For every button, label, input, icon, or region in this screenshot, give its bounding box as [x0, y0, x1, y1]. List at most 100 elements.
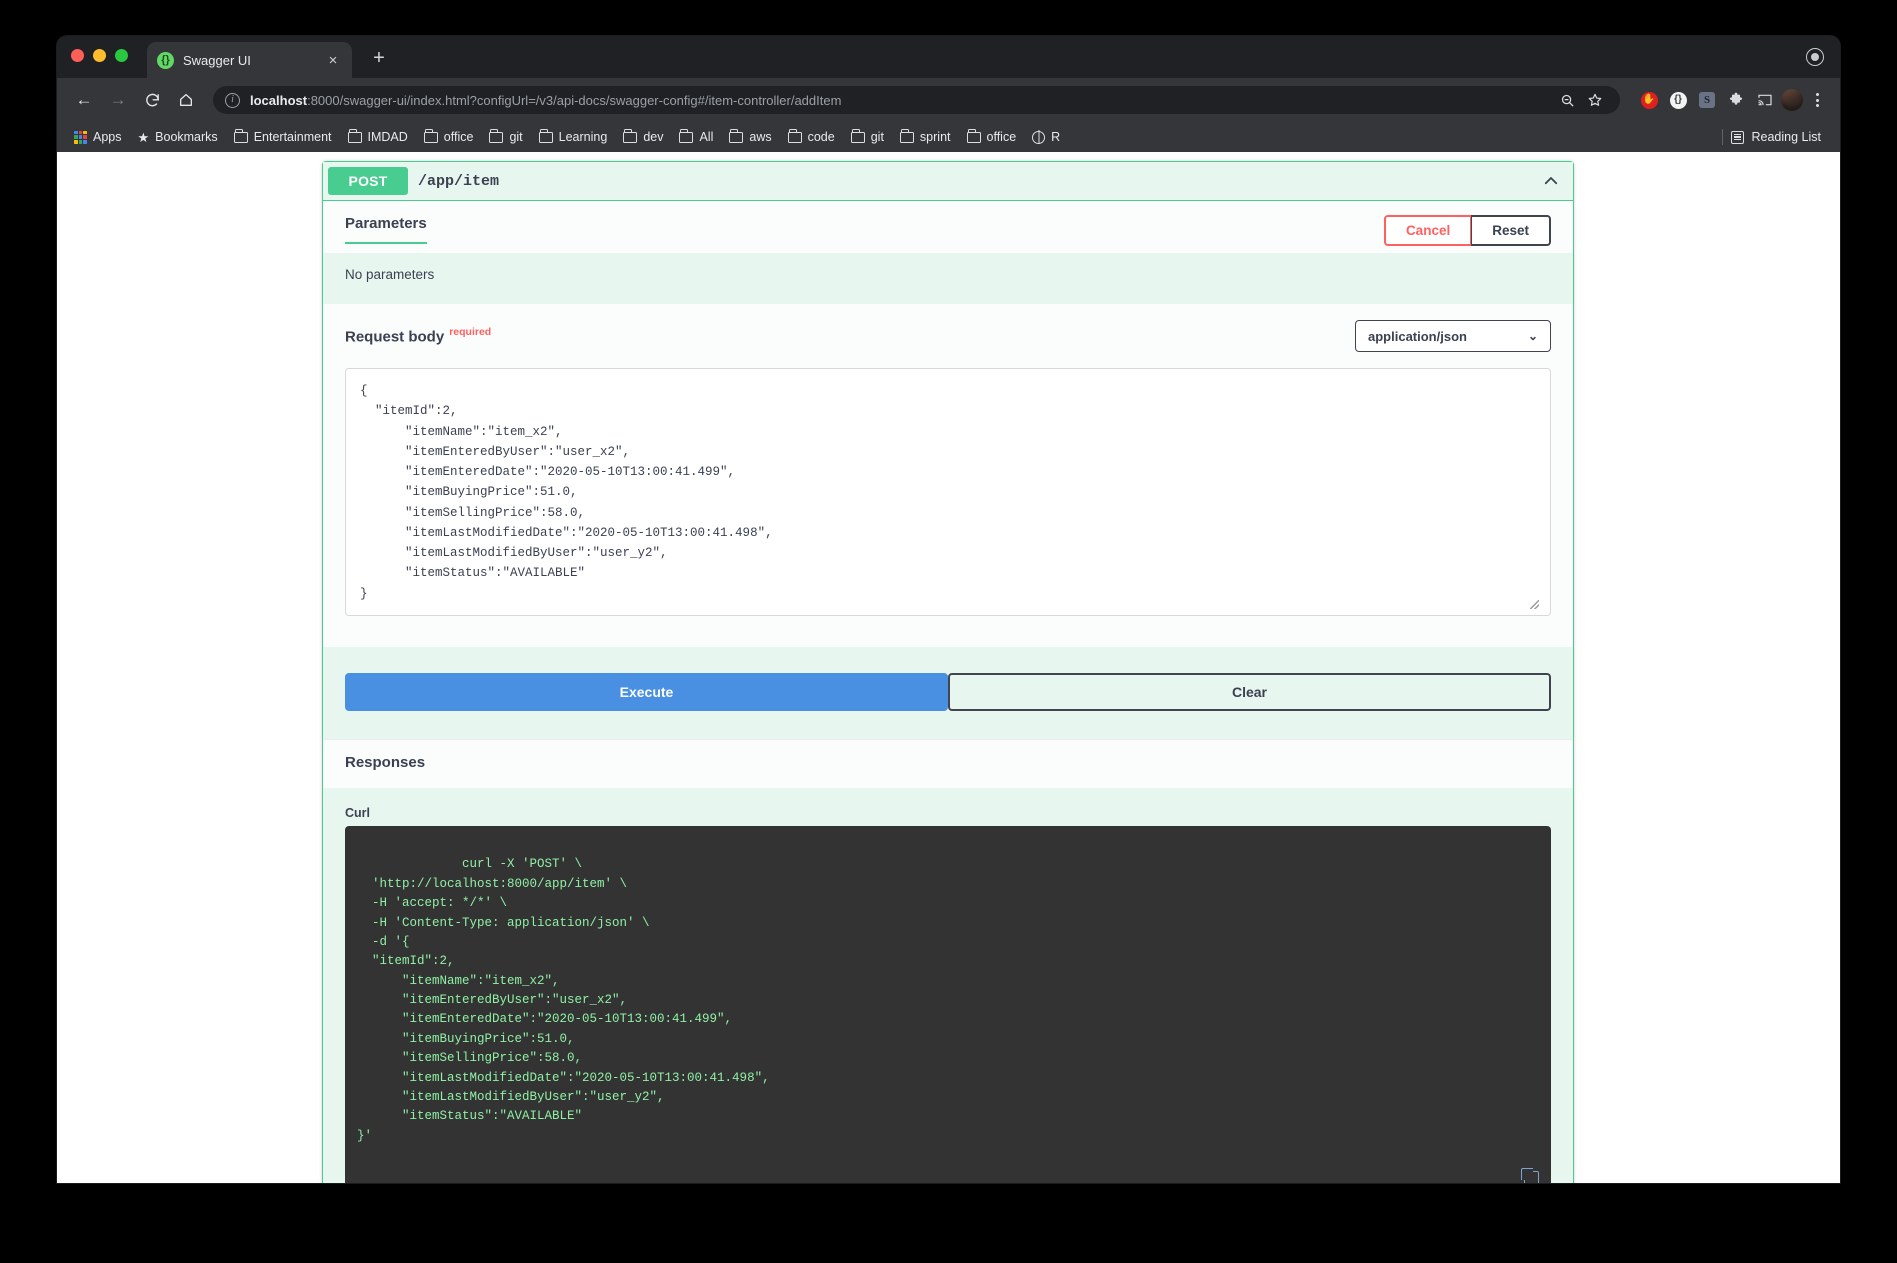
curl-command-text: curl -X 'POST' \ 'http://localhost:8000/… [357, 857, 770, 1143]
zoom-out-icon[interactable] [1554, 87, 1580, 113]
request-body-label: Request body [345, 328, 445, 346]
tab-strip: {} Swagger UI × + [57, 36, 1840, 78]
bookmark-sprint[interactable]: sprint [893, 127, 958, 147]
execute-button[interactable]: Execute [345, 673, 948, 711]
close-tab-icon[interactable]: × [324, 51, 342, 69]
browser-tab-swagger-ui[interactable]: {} Swagger UI × [147, 42, 352, 78]
bookmark-label: IMDAD [367, 130, 408, 144]
folder-icon [729, 129, 744, 143]
content-type-select[interactable]: application/json ⌄ [1355, 320, 1551, 352]
folder-icon [233, 129, 248, 143]
apps-grid-icon [74, 130, 87, 144]
bookmark-office[interactable]: office [417, 127, 481, 147]
http-method-badge: POST [328, 167, 408, 195]
new-tab-button[interactable]: + [366, 45, 392, 71]
responses-header: Responses [323, 739, 1573, 788]
profile-avatar[interactable] [1781, 89, 1803, 111]
required-badge: required [449, 325, 492, 338]
chevron-up-icon[interactable] [1540, 170, 1562, 192]
request-body-editor-wrap: { "itemId":2, "itemName":"item_x2", "ite… [323, 368, 1573, 647]
bookmark-entertainment[interactable]: Entertainment [227, 127, 339, 147]
star-icon: ★ [137, 129, 150, 145]
cancel-button[interactable]: Cancel [1383, 215, 1472, 246]
folder-icon [623, 129, 638, 143]
bookmark-office-2[interactable]: office [960, 127, 1024, 147]
folder-icon [347, 129, 362, 143]
execute-row: Execute Clear [323, 647, 1573, 739]
request-body-textarea[interactable]: { "itemId":2, "itemName":"item_x2", "ite… [345, 368, 1551, 616]
opblock-body: Parameters Cancel Reset No parameters Re… [323, 201, 1573, 1183]
reset-button[interactable]: Reset [1471, 215, 1551, 246]
forward-button[interactable]: → [103, 85, 133, 115]
folder-icon [787, 129, 802, 143]
bookmark-aws[interactable]: aws [722, 127, 778, 147]
globe-icon [1032, 130, 1046, 144]
chrome-menu-icon[interactable] [1806, 89, 1828, 111]
reload-button[interactable] [137, 85, 167, 115]
s-extension-icon[interactable]: S [1694, 87, 1720, 113]
bookmark-all[interactable]: All [672, 127, 720, 147]
no-parameters-text: No parameters [345, 267, 435, 282]
bookmark-label: sprint [919, 130, 951, 144]
operation-path: /app/item [418, 172, 500, 190]
bookmark-label: office [443, 130, 474, 144]
bookmark-label: dev [643, 130, 664, 144]
bookmark-label: Apps [93, 130, 122, 144]
swagger-favicon-icon: {} [157, 51, 174, 69]
bookmark-code[interactable]: code [781, 127, 842, 147]
reading-list-icon [1730, 130, 1744, 144]
bookmark-label: Learning [558, 130, 608, 144]
folder-icon [850, 129, 865, 143]
close-window-button[interactable] [71, 49, 84, 62]
bookmark-bookmarks[interactable]: ★ Bookmarks [131, 127, 225, 147]
tab-parameters[interactable]: Parameters [345, 215, 427, 244]
back-button[interactable]: ← [69, 85, 99, 115]
tab-title: Swagger UI [183, 52, 251, 68]
folder-icon [899, 129, 914, 143]
maximize-window-button[interactable] [115, 49, 128, 62]
request-body-header: Request body required application/json ⌄ [323, 304, 1573, 368]
site-info-icon[interactable]: i [225, 92, 240, 108]
bookmark-learning[interactable]: Learning [532, 127, 615, 147]
responses-title: Responses [345, 754, 426, 771]
adblock-extension-icon[interactable] [1636, 87, 1662, 113]
textarea-resize-handle[interactable] [1530, 600, 1539, 609]
extensions-area: {} S [1636, 87, 1828, 113]
curl-label: Curl [345, 806, 370, 820]
reading-list-area[interactable]: Reading List [1721, 122, 1829, 152]
extensions-puzzle-icon[interactable] [1723, 87, 1749, 113]
parameter-actions: Cancel Reset [1383, 215, 1551, 246]
bookmark-label: git [509, 130, 523, 144]
copy-icon[interactable] [1521, 1167, 1539, 1183]
bookmark-imdad[interactable]: IMDAD [341, 127, 415, 147]
window-traffic-lights [71, 49, 128, 62]
profile-badge-icon[interactable] [1806, 48, 1824, 66]
bookmark-git-2[interactable]: git [844, 127, 891, 147]
parameters-section: No parameters [323, 253, 1573, 304]
folder-icon [538, 129, 553, 143]
bookmark-label: git [870, 130, 884, 144]
bookmark-r[interactable]: R [1025, 127, 1067, 147]
bookmark-git[interactable]: git [482, 127, 529, 147]
opblock-summary[interactable]: POST /app/item [323, 162, 1573, 201]
chevron-down-icon: ⌄ [1527, 329, 1538, 343]
home-button[interactable] [171, 85, 201, 115]
bookmark-label: office [986, 130, 1017, 144]
cast-icon[interactable] [1752, 87, 1778, 113]
minimize-window-button[interactable] [93, 49, 106, 62]
folder-icon [966, 129, 981, 143]
bookmark-label: Entertainment [253, 130, 332, 144]
request-body-label-wrap: Request body required [345, 326, 491, 346]
bookmark-dev[interactable]: dev [616, 127, 670, 147]
folder-icon [679, 129, 694, 143]
bookmark-star-icon[interactable] [1582, 87, 1608, 113]
reading-list-label[interactable]: Reading List [1752, 127, 1829, 147]
opblock-post-app-item: POST /app/item Parameters Cancel Reset N… [322, 161, 1574, 1183]
clear-button[interactable]: Clear [948, 673, 1551, 711]
curl-command-block: curl -X 'POST' \ 'http://localhost:8000/… [345, 826, 1551, 1183]
swagger-ui-page: POST /app/item Parameters Cancel Reset N… [322, 152, 1574, 1183]
swagger-extension-icon[interactable]: {} [1665, 87, 1691, 113]
bookmark-label: R [1051, 130, 1061, 144]
bookmark-apps[interactable]: Apps [67, 127, 129, 147]
address-bar[interactable]: i localhost:8000/swagger-ui/index.html?c… [213, 86, 1620, 114]
